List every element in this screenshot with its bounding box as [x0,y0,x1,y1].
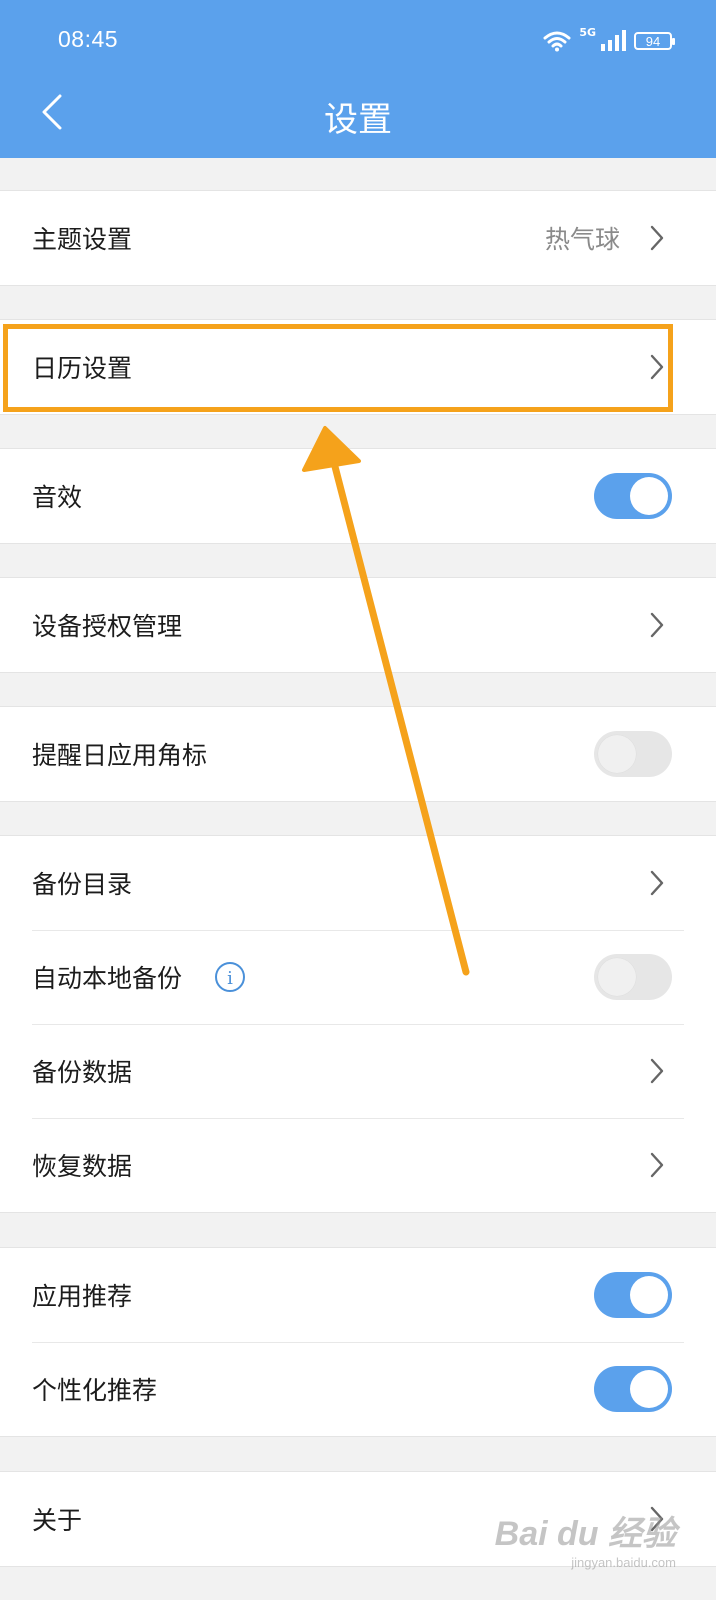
personalized-row: 个性化推荐 [0,1342,716,1436]
backup-data-row[interactable]: 备份数据 [0,1024,716,1118]
watermark-main: Bai du 经验 [494,1515,676,1553]
app-header: 08:45 5G 94 设置 [0,0,716,158]
auto-backup-label: 自动本地备份 [32,964,183,993]
app-recommend-row: 应用推荐 [0,1248,716,1342]
sound-setting-label: 音效 [32,483,83,512]
backup-dir-label: 备份目录 [32,870,133,899]
backup-data-label: 备份数据 [32,1058,133,1087]
battery-icon: 94 [634,32,675,50]
backup-dir-row[interactable]: 备份目录 [0,836,716,930]
calendar-group: 日历设置 [0,319,716,415]
chevron-right-icon [650,870,664,896]
toggle-knob [630,477,668,515]
signal-icon [601,30,626,51]
chevron-right-icon [650,225,664,251]
watermark: Bai du 经验 jingyan.baidu.com [495,1506,676,1570]
personalized-label: 个性化推荐 [32,1376,158,1405]
device-auth-row[interactable]: 设备授权管理 [0,578,716,672]
toggle-knob [598,735,636,773]
chevron-right-icon [650,1058,664,1084]
sound-toggle[interactable] [594,473,672,519]
badge-setting-label: 提醒日应用角标 [32,741,208,770]
device-auth-group: 设备授权管理 [0,577,716,673]
badge-toggle[interactable] [594,731,672,777]
theme-group: 主题设置 热气球 [0,190,716,286]
battery-level: 94 [645,33,661,49]
page-title: 设置 [324,100,392,140]
sound-setting-row: 音效 [0,449,716,543]
badge-group: 提醒日应用角标 [0,706,716,802]
recommend-group: 应用推荐 个性化推荐 [0,1247,716,1437]
restore-data-label: 恢复数据 [32,1152,133,1181]
theme-setting-value: 热气球 [544,225,620,254]
backup-group: 备份目录 自动本地备份 i 备份数据 恢复数据 [0,835,716,1213]
watermark-sub: jingyan.baidu.com [571,1555,676,1570]
theme-setting-label: 主题设置 [32,225,133,254]
chevron-right-icon [650,354,664,380]
device-auth-label: 设备授权管理 [32,612,183,641]
about-label: 关于 [32,1506,83,1535]
badge-setting-row: 提醒日应用角标 [0,707,716,801]
app-recommend-toggle[interactable] [594,1272,672,1318]
toggle-knob [630,1276,668,1314]
status-time: 08:45 [58,26,119,52]
info-icon[interactable]: i [215,962,245,992]
wifi-icon [543,31,571,52]
status-icons: 5G 94 [543,26,675,56]
chevron-right-icon [650,1152,664,1178]
toggle-knob [630,1370,668,1408]
auto-backup-row: 自动本地备份 i [0,930,716,1024]
app-recommend-label: 应用推荐 [32,1282,133,1311]
restore-data-row[interactable]: 恢复数据 [0,1118,716,1212]
theme-setting-row[interactable]: 主题设置 热气球 [0,191,716,285]
toggle-knob [598,958,636,996]
sound-group: 音效 [0,448,716,544]
network-type: 5G [579,26,596,39]
chevron-right-icon [650,612,664,638]
personalized-toggle[interactable] [594,1366,672,1412]
calendar-setting-label: 日历设置 [32,354,133,383]
auto-backup-toggle[interactable] [594,954,672,1000]
calendar-setting-row[interactable]: 日历设置 [0,320,716,414]
